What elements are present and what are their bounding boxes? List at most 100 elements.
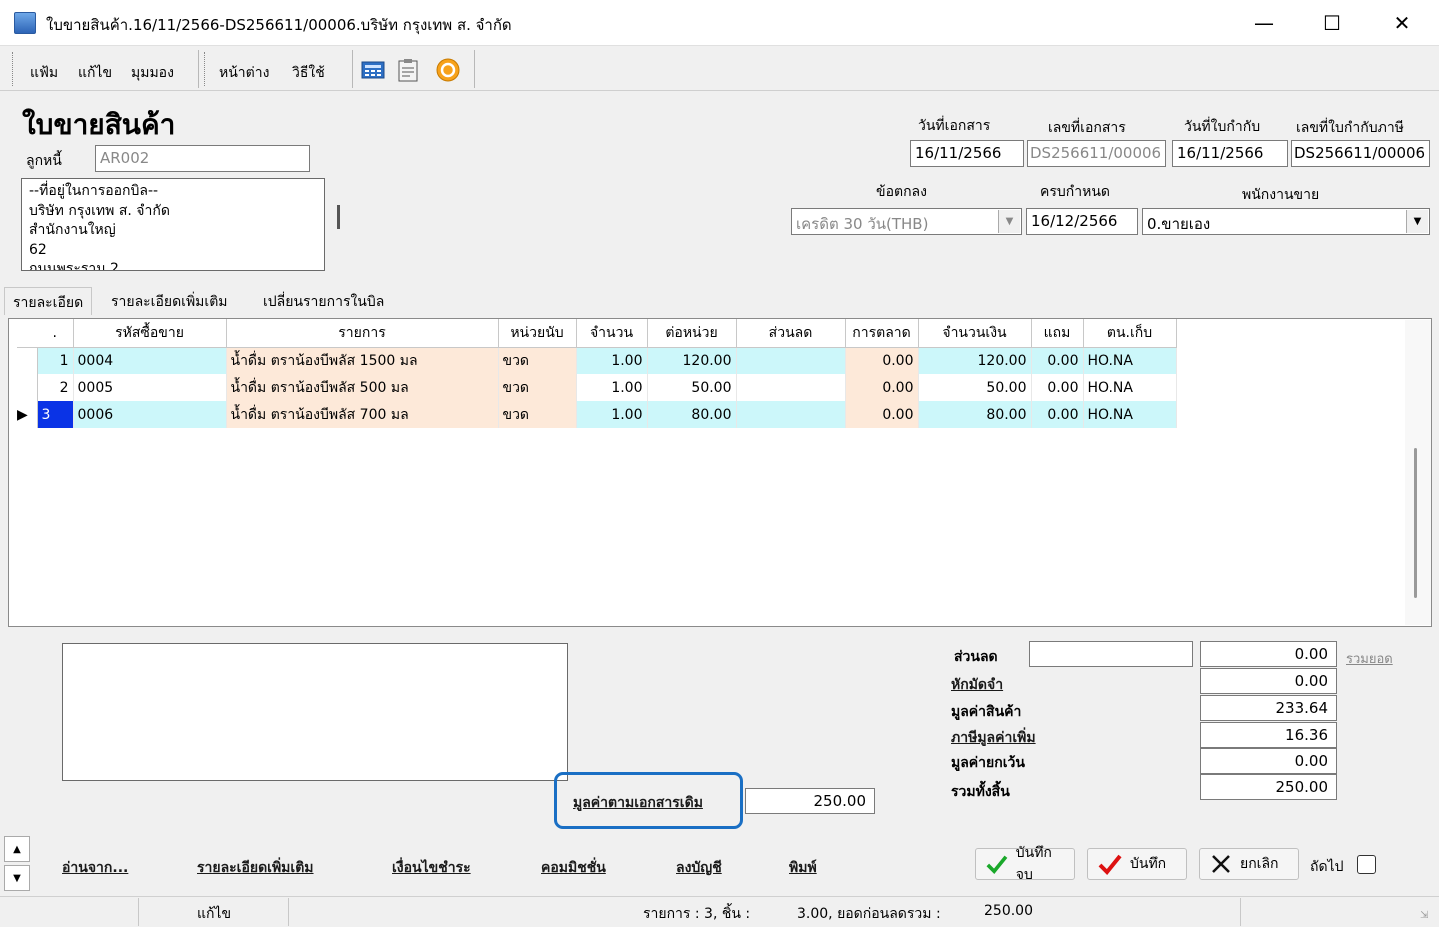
col-header[interactable]: รายการ: [226, 319, 499, 348]
menu-file[interactable]: แฟ้ม: [30, 62, 58, 84]
status-subtotal: 250.00: [984, 903, 1033, 919]
grid-scrollbar[interactable]: [1405, 320, 1431, 625]
tax-date-field[interactable]: 16/11/2566: [1172, 140, 1288, 167]
doc-no-label: เลขที่เอกสาร: [1048, 120, 1126, 136]
col-header[interactable]: จำนวนเงิน: [918, 319, 1032, 348]
due-date-label: ครบกำหนด: [1040, 184, 1110, 200]
highlight-frame: [554, 772, 743, 829]
page-title: ใบขายสินค้า: [22, 108, 176, 141]
table-row[interactable]: ▶ 3 0006 น้ำดื่ม ตราน้องบีพลัส 700 มล ขว…: [17, 401, 1177, 428]
col-header[interactable]: ต่อหน่วย: [647, 319, 737, 348]
chevron-down-icon[interactable]: ▼: [998, 210, 1020, 233]
address-line: 62: [29, 241, 47, 258]
address-line: ถนนพระราม 2: [29, 261, 119, 271]
checkmark-icon: [1098, 854, 1122, 875]
post-account-link[interactable]: ลงบัญชี: [676, 857, 722, 879]
payment-terms-link[interactable]: เงื่อนไขชำระ: [392, 857, 471, 879]
read-from-link[interactable]: อ่านจาก...: [62, 857, 128, 879]
goods-value-label: มูลค่าสินค้า: [951, 704, 1022, 720]
deposit-value: 0.00: [1200, 668, 1337, 694]
goods-value: 233.64: [1200, 695, 1337, 721]
deposit-link[interactable]: หักมัดจำ: [951, 674, 1003, 696]
close-button[interactable]: ✕: [1368, 0, 1436, 46]
tab-more-details[interactable]: รายละเอียดเพิ่มเติม: [103, 287, 236, 315]
doc-no-field[interactable]: DS256611/00006: [1027, 140, 1166, 167]
next-checkbox[interactable]: [1357, 855, 1376, 874]
row-pointer-icon: ▶: [17, 401, 38, 428]
col-header[interactable]: ตน.เก็บ: [1083, 319, 1177, 348]
status-mode: แก้ไข: [197, 906, 232, 922]
terms-label: ข้อตกลง: [876, 184, 927, 200]
window-title: ใบขายสินค้า.16/11/2566-DS256611/00006.บร…: [46, 16, 512, 34]
move-up-button[interactable]: ▲: [4, 836, 30, 862]
discount-value: 0.00: [1200, 641, 1337, 667]
calculator-icon[interactable]: [360, 58, 386, 82]
menu-window[interactable]: หน้าต่าง: [219, 62, 269, 84]
billing-address-box[interactable]: --ที่อยู่ในการออกบิล-- บริษัท กรุงเทพ ส.…: [21, 178, 325, 271]
items-table: . รหัสซื้อขาย รายการ หน่วยนับ จำนวน ต่อห…: [17, 319, 1177, 428]
salesperson-dropdown[interactable]: 0.ขายเอง ▼: [1142, 208, 1430, 235]
checkmark-icon: [986, 855, 1008, 874]
discount-input[interactable]: [1029, 641, 1193, 667]
tab-change-items[interactable]: เปลี่ยนรายการในบิล: [255, 287, 392, 315]
more-details-link[interactable]: รายละเอียดเพิ่มเติม: [197, 857, 314, 879]
minimize-button[interactable]: —: [1230, 0, 1298, 46]
salesperson-value: 0.ขายเอง: [1147, 215, 1211, 233]
tab-details[interactable]: รายละเอียด: [4, 287, 93, 315]
status-pieces: 3.00, ยอดก่อนลดรวม :: [797, 906, 941, 922]
col-header[interactable]: แถม: [1031, 319, 1084, 348]
save-close-button[interactable]: บันทึกจบ: [975, 845, 1075, 883]
grand-total-label: รวมทั้งสิ้น: [951, 784, 1010, 800]
terms-dropdown[interactable]: เครดิต 30 วัน(THB) ▼: [791, 208, 1022, 235]
resize-handle[interactable]: [337, 205, 340, 229]
move-down-button[interactable]: ▼: [4, 865, 30, 891]
col-header[interactable]: จำนวน: [576, 319, 648, 348]
menu-bar: [0, 47, 1439, 91]
scrollbar-thumb[interactable]: [1414, 448, 1417, 598]
status-items-label: รายการ : 3, ชิ้น :: [643, 906, 751, 922]
col-header[interactable]: การตลาด: [845, 319, 919, 348]
close-icon: [1212, 855, 1230, 873]
col-header[interactable]: หน่วยนับ: [498, 319, 577, 348]
col-header[interactable]: .: [37, 319, 74, 348]
save-button[interactable]: บันทึก: [1087, 848, 1187, 880]
next-label: ถัดไป: [1310, 859, 1344, 875]
debtor-code-field[interactable]: AR002: [95, 145, 310, 172]
table-row[interactable]: 2 0005 น้ำดื่ม ตราน้องบีพลัส 500 มล ขวด …: [17, 374, 1177, 401]
doc-date-field[interactable]: 16/11/2566: [910, 140, 1024, 167]
print-link[interactable]: พิมพ์: [789, 857, 817, 879]
due-date-field[interactable]: 16/12/2566: [1026, 208, 1138, 235]
toolbar-grip: [204, 52, 208, 86]
total-link[interactable]: รวมยอด: [1346, 648, 1393, 669]
commission-link[interactable]: คอมมิชชั่น: [541, 857, 606, 879]
original-value-field[interactable]: 250.00: [745, 788, 875, 814]
menu-help[interactable]: วิธีใช้: [292, 62, 325, 84]
menu-view[interactable]: มุมมอง: [131, 62, 174, 84]
toolbar-grip: [12, 52, 16, 86]
address-line: สำนักงานใหญ่: [29, 222, 116, 238]
exempt-value: 0.00: [1200, 748, 1337, 774]
exit-icon[interactable]: [435, 58, 461, 82]
col-header[interactable]: ส่วนลด: [736, 319, 846, 348]
col-header[interactable]: รหัสซื้อขาย: [73, 319, 227, 348]
menu-edit[interactable]: แก้ไข: [78, 62, 112, 84]
vat-link[interactable]: ภาษีมูลค่าเพิ่ม: [951, 727, 1036, 749]
salesperson-label: พนักงานขาย: [1242, 187, 1320, 203]
terms-value: เครดิต 30 วัน(THB): [796, 215, 929, 233]
items-grid[interactable]: . รหัสซื้อขาย รายการ หน่วยนับ จำนวน ต่อห…: [8, 318, 1432, 627]
notes-box[interactable]: [62, 643, 568, 781]
maximize-button[interactable]: ☐: [1298, 0, 1366, 46]
cancel-button[interactable]: ยกเลิก: [1199, 848, 1299, 880]
tax-no-label: เลขที่ใบกำกับภาษี: [1296, 120, 1404, 136]
address-line: --ที่อยู่ในการออกบิล--: [29, 183, 159, 199]
table-row[interactable]: 1 0004 น้ำดื่ม ตราน้องบีพลัส 1500 มล ขวด…: [17, 347, 1177, 374]
chevron-down-icon[interactable]: ▼: [1406, 210, 1428, 233]
resize-grip-icon[interactable]: ⇲: [1420, 910, 1428, 921]
grand-total-value: 250.00: [1200, 774, 1337, 800]
app-icon: [14, 12, 36, 34]
address-line: บริษัท กรุงเทพ ส. จำกัด: [29, 202, 170, 219]
vat-value: 16.36: [1200, 722, 1337, 748]
tax-no-field[interactable]: DS256611/00006: [1291, 140, 1430, 167]
doc-date-label: วันที่เอกสาร: [918, 118, 991, 134]
clipboard-icon[interactable]: [395, 58, 421, 82]
